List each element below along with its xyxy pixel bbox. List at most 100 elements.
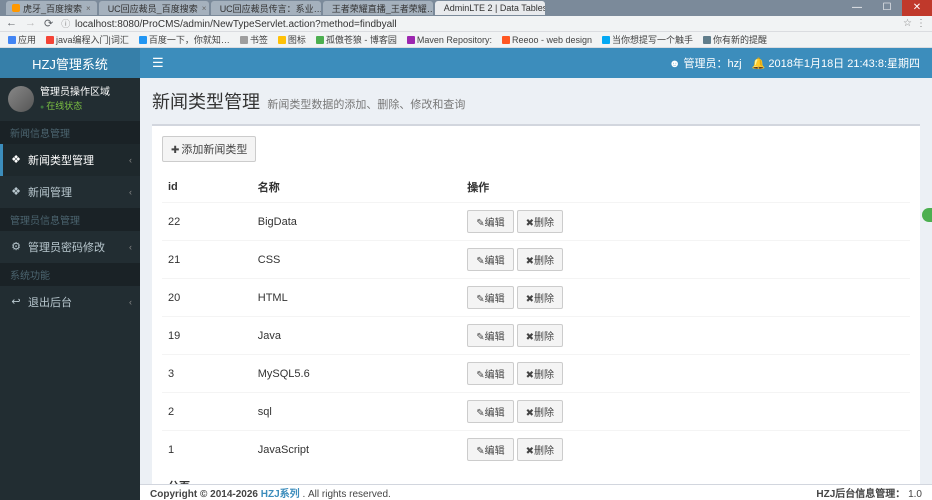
bookmark-favicon-icon <box>139 36 147 44</box>
chevron-left-icon: ‹ <box>129 297 132 307</box>
delete-button[interactable]: ✖删除 <box>517 248 563 271</box>
delete-button[interactable]: ✖删除 <box>517 400 563 423</box>
datetime-label: 🔔 2018年1月18日 21:43:8:星期四 <box>752 55 920 71</box>
sidebar-item-icon: ❖ <box>10 185 22 198</box>
sidebar-item[interactable]: ❖新闻管理‹ <box>0 176 140 208</box>
bookmark-item[interactable]: 当你想提写一个触手 <box>602 33 693 46</box>
maximize-icon[interactable]: ☐ <box>872 0 902 16</box>
browser-tab[interactable]: UC回应裁员_百度搜索 × <box>99 1 209 15</box>
content-box: ✚添加新闻类型 id 名称 操作 22 BigData ✎编辑 ✖删除 21 C… <box>152 124 920 484</box>
browser-tab[interactable]: 虎牙_百度搜索× <box>6 1 97 15</box>
user-area-title: 管理员操作区域 <box>40 86 110 100</box>
browser-tab[interactable]: AdminLTE 2 | Data Tables× <box>435 1 545 15</box>
cell-actions: ✎编辑 ✖删除 <box>461 431 910 469</box>
user-panel: 管理员操作区域 在线状态 <box>0 78 140 121</box>
cell-id: 22 <box>162 203 252 241</box>
sidebar-section-header: 系统功能 <box>0 263 140 286</box>
sidebar-toggle-icon[interactable]: ☰ <box>152 55 164 71</box>
cell-id: 1 <box>162 431 252 469</box>
sidebar: 管理员操作区域 在线状态 新闻信息管理❖新闻类型管理‹❖新闻管理‹管理员信息管理… <box>0 78 140 500</box>
delete-button[interactable]: ✖删除 <box>517 286 563 309</box>
delete-button[interactable]: ✖删除 <box>517 362 563 385</box>
edit-button[interactable]: ✎编辑 <box>467 400 513 423</box>
browser-tab[interactable]: 王者荣耀直播_王者荣耀…× <box>323 1 433 15</box>
sidebar-item[interactable]: ⚙管理员密码修改‹ <box>0 231 140 263</box>
app-logo[interactable]: HZJ管理系统 <box>0 48 140 78</box>
bookmark-favicon-icon <box>316 36 324 44</box>
address-input[interactable]: ⓘ localhost:8080/ProCMS/admin/NewTypeSer… <box>61 17 899 30</box>
tab-title: UC回应裁员传言：系业… <box>220 2 321 15</box>
sidebar-item[interactable]: ↩退出后台‹ <box>0 286 140 318</box>
browser-tab-strip: 虎牙_百度搜索×UC回应裁员_百度搜索×UC回应裁员传言：系业…×王者荣耀直播_… <box>0 0 932 16</box>
edit-button[interactable]: ✎编辑 <box>467 286 513 309</box>
bookmark-item[interactable]: 你有新的提醒 <box>703 33 767 46</box>
edit-icon: ✎ <box>476 408 484 419</box>
table-row: 2 sql ✎编辑 ✖删除 <box>162 393 910 431</box>
delete-icon: ✖ <box>526 256 534 267</box>
cell-name: HTML <box>252 279 461 317</box>
delete-icon: ✖ <box>526 218 534 229</box>
browser-tab[interactable]: UC回应裁员传言：系业…× <box>211 1 321 15</box>
cell-name: MySQL5.6 <box>252 355 461 393</box>
admin-user-label[interactable]: ☻ 管理员：hzj <box>669 55 742 71</box>
delete-icon: ✖ <box>526 370 534 381</box>
bookmark-star-icon[interactable]: ☆ <box>903 18 912 29</box>
user-icon: ☻ <box>669 58 684 70</box>
bookmark-item[interactable]: Reeoo - web design <box>502 35 592 45</box>
control-sidebar-toggle[interactable] <box>922 208 932 222</box>
menu-icon[interactable]: ⋮ <box>916 18 926 29</box>
sidebar-item-icon: ⚙ <box>10 240 22 253</box>
bookmark-favicon-icon <box>703 36 711 44</box>
delete-button[interactable]: ✖删除 <box>517 324 563 347</box>
table-row: 21 CSS ✎编辑 ✖删除 <box>162 241 910 279</box>
cell-id: 21 <box>162 241 252 279</box>
chevron-left-icon: ‹ <box>129 242 132 252</box>
table-row: 22 BigData ✎编辑 ✖删除 <box>162 203 910 241</box>
bookmark-item[interactable]: java编程入门|词汇 <box>46 33 129 46</box>
edit-button[interactable]: ✎编辑 <box>467 438 513 461</box>
footer: Copyright © 2014-2026 HZJ系列 . All rights… <box>140 484 932 500</box>
col-id: id <box>162 172 252 203</box>
reload-icon[interactable]: ⟳ <box>44 17 53 30</box>
bookmark-favicon-icon <box>407 36 415 44</box>
user-status: 在线状态 <box>40 100 110 113</box>
close-icon[interactable]: ✕ <box>902 0 932 16</box>
cell-actions: ✎编辑 ✖删除 <box>461 317 910 355</box>
favicon-icon <box>12 4 20 12</box>
data-table: id 名称 操作 22 BigData ✎编辑 ✖删除 21 CSS ✎编辑 ✖… <box>162 172 910 468</box>
back-icon[interactable]: ← <box>6 17 17 30</box>
cell-id: 20 <box>162 279 252 317</box>
edit-button[interactable]: ✎编辑 <box>467 324 513 347</box>
sidebar-item[interactable]: ❖新闻类型管理‹ <box>0 144 140 176</box>
add-news-type-button[interactable]: ✚添加新闻类型 <box>162 136 256 162</box>
tab-close-icon[interactable]: × <box>202 4 207 13</box>
bookmark-item[interactable]: 图标 <box>278 33 306 46</box>
delete-button[interactable]: ✖删除 <box>517 438 563 461</box>
url-bar: ← → ⟳ ⓘ localhost:8080/ProCMS/admin/NewT… <box>0 16 932 32</box>
delete-icon: ✖ <box>526 294 534 305</box>
bookmark-item[interactable]: 孤傲苍狼 - 博客园 <box>316 33 397 46</box>
page-subtitle: 新闻类型数据的添加、删除、修改和查询 <box>267 99 465 111</box>
bookmark-item[interactable]: 百度一下，你就知… <box>139 33 230 46</box>
tab-title: AdminLTE 2 | Data Tables <box>444 3 545 13</box>
edit-icon: ✎ <box>476 256 484 267</box>
edit-button[interactable]: ✎编辑 <box>467 210 513 233</box>
avatar[interactable] <box>8 86 34 112</box>
pagination-label: 分页 <box>162 468 910 484</box>
cell-id: 19 <box>162 317 252 355</box>
tab-title: UC回应裁员_百度搜索 <box>108 2 198 15</box>
edit-icon: ✎ <box>476 446 484 457</box>
apps-icon[interactable]: 应用 <box>8 33 36 46</box>
plus-icon: ✚ <box>171 145 179 156</box>
forward-icon[interactable]: → <box>25 17 36 30</box>
edit-button[interactable]: ✎编辑 <box>467 362 513 385</box>
bookmark-item[interactable]: Maven Repository: <box>407 35 492 45</box>
bookmark-item[interactable]: 书签 <box>240 33 268 46</box>
delete-button[interactable]: ✖删除 <box>517 210 563 233</box>
minimize-icon[interactable]: — <box>842 0 872 16</box>
tab-close-icon[interactable]: × <box>86 4 91 13</box>
sidebar-item-icon: ❖ <box>10 153 22 166</box>
table-row: 1 JavaScript ✎编辑 ✖删除 <box>162 431 910 469</box>
edit-button[interactable]: ✎编辑 <box>467 248 513 271</box>
footer-brand-link[interactable]: HZJ系列 <box>261 489 300 500</box>
